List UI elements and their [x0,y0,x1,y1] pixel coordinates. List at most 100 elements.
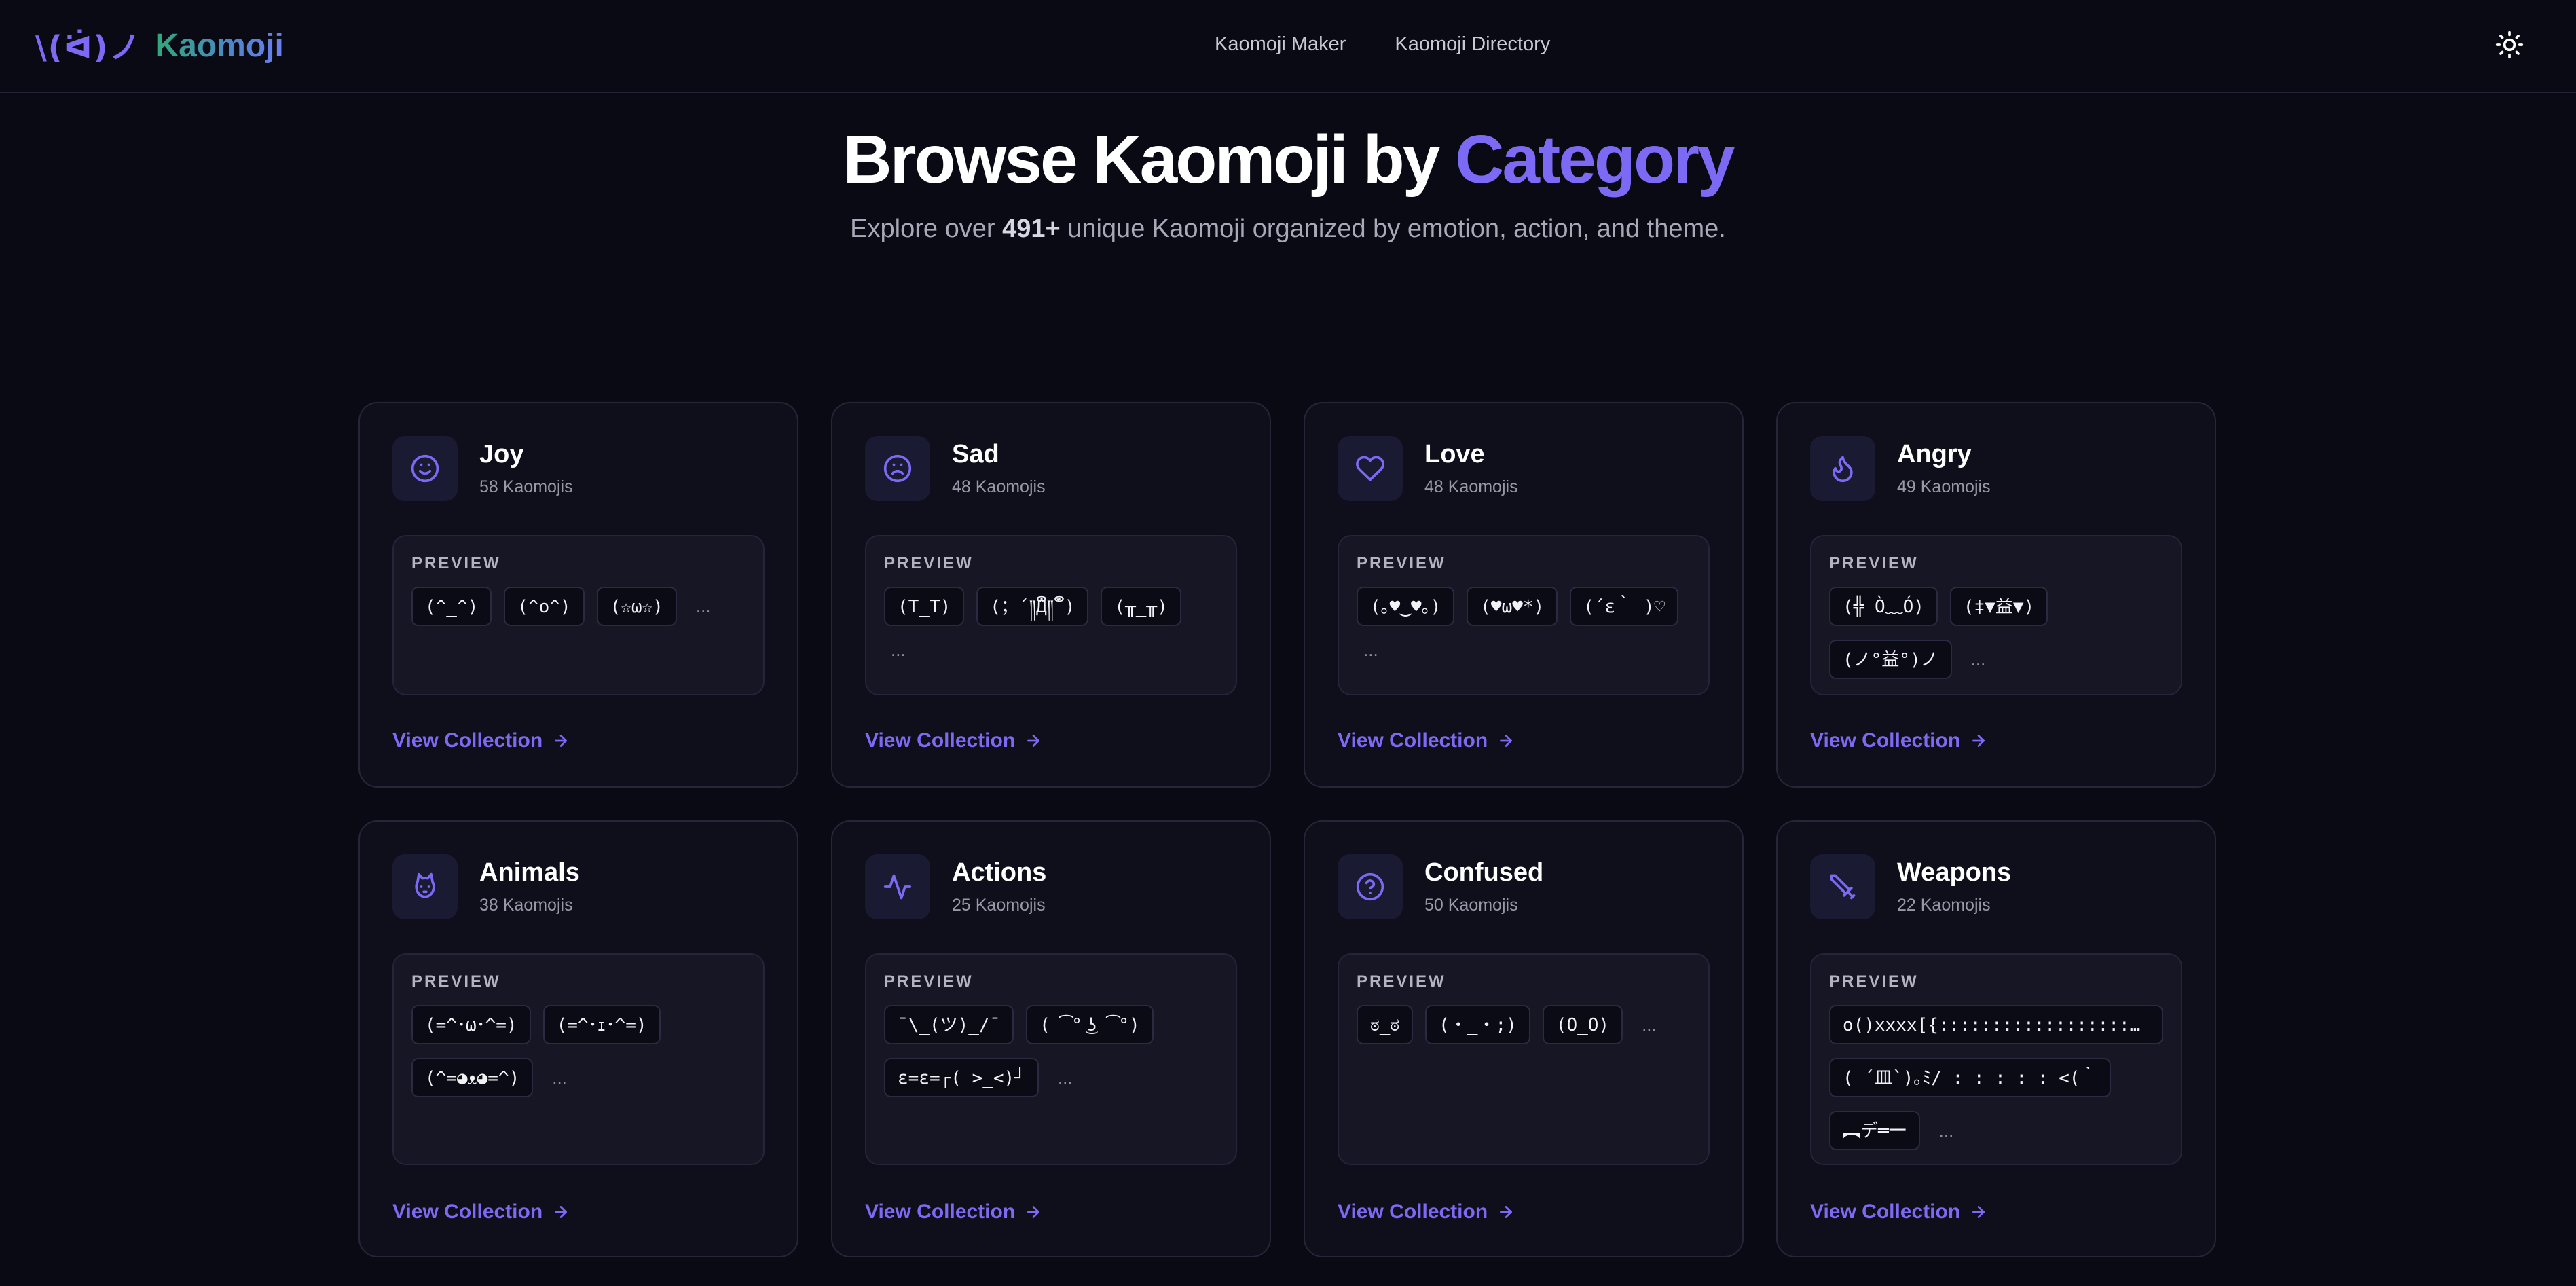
kaomoji-chip[interactable]: ︻デ═一 [1829,1111,1920,1150]
kaomoji-chip[interactable]: ε=ε=┌( >_<)┘ [884,1058,1039,1097]
category-name: Joy [479,440,524,469]
view-collection-label: View Collection [392,729,543,752]
category-count: 49 Kaomojis [1897,477,1991,496]
theme-toggle-button[interactable] [2490,26,2528,64]
kaomoji-chip[interactable]: ( ´皿`)｡ﾐ/ : : : : : <(｀ [1829,1058,2112,1097]
category-count: 25 Kaomojis [952,896,1046,915]
arrow-right-icon [1027,735,1040,747]
arrow-right-icon [555,1206,568,1218]
more-indicator: ... [1642,1014,1657,1035]
kaomoji-chip[interactable]: (｡♥‿♥｡) [1357,587,1455,626]
kaomoji-chip[interactable]: ( ͡° ͜ʖ ͡°) [1026,1005,1154,1044]
subtitle-pre: Explore over [850,215,1003,243]
view-collection-label: View Collection [1810,729,1961,752]
more-indicator: ... [1363,640,1378,660]
kaomoji-chip[interactable]: (ノ°益°)ノ [1829,640,1952,679]
flame-icon [1810,436,1875,501]
view-collection-label: View Collection [1810,1200,1961,1223]
preview-label: PREVIEW [1829,554,1919,572]
sun-icon [2495,31,2524,59]
more-indicator: ... [695,595,711,617]
kaomoji-chip[interactable]: (O_O) [1542,1005,1623,1044]
category-card-confused[interactable]: Confused 50 Kaomojis PREVIEW ಠ_ಠ (・_・;) … [1304,820,1744,1257]
kaomoji-chip[interactable]: (♥ω♥*) [1467,587,1558,626]
kaomoji-chip[interactable]: (^_^) [411,587,492,626]
kaomoji-chip[interactable]: (☆ω☆) [596,587,677,626]
smile-icon [392,436,458,501]
sword-icon [1810,854,1875,919]
category-name: Actions [952,858,1047,887]
heart-icon [1338,436,1403,501]
preview-box: PREVIEW (T_T) (；´༎ຶД༎ຶ`) (╥_╥) ... [865,535,1237,695]
category-card-weapons[interactable]: Weapons 22 Kaomojis PREVIEW o()xxxx[{:::… [1776,820,2216,1257]
view-collection-link[interactable]: View Collection [392,1200,570,1224]
arrow-right-icon [1500,735,1513,747]
nav-kaomoji-maker[interactable]: Kaomoji Maker [1215,33,1346,56]
arrow-right-icon [1027,1206,1040,1218]
preview-box: PREVIEW ¯\_(ツ)_/¯ ( ͡° ͜ʖ ͡°) ε=ε=┌( >_<… [865,953,1237,1165]
kaomoji-chip[interactable]: (╥_╥) [1101,587,1181,626]
category-count: 48 Kaomojis [952,477,1046,496]
more-indicator: ... [552,1067,567,1088]
preview-box: PREVIEW (╬ Ò﹏Ó) (‡▼益▼) (ノ°益°)ノ ... [1810,535,2182,695]
category-count: 50 Kaomojis [1424,896,1518,915]
category-count: 38 Kaomojis [479,896,573,915]
site-header: \(ᐛ)ノ Kaomoji Kaomoji Maker Kaomoji Dire… [0,0,2576,93]
view-collection-label: View Collection [865,729,1016,752]
category-card-angry[interactable]: Angry 49 Kaomojis PREVIEW (╬ Ò﹏Ó) (‡▼益▼)… [1776,402,2216,788]
more-indicator: ... [891,640,906,660]
view-collection-link[interactable]: View Collection [1810,1200,1987,1224]
activity-icon [865,854,930,919]
view-collection-link[interactable]: View Collection [1338,1200,1515,1224]
preview-label: PREVIEW [1357,972,1446,991]
category-count: 48 Kaomojis [1424,477,1518,496]
preview-label: PREVIEW [411,554,501,572]
title-main: Browse Kaomoji by [843,122,1456,198]
logo-text: Kaomoji [155,27,284,64]
cat-icon [392,854,458,919]
view-collection-link[interactable]: View Collection [392,729,570,752]
page-title: Browse Kaomoji by Category [0,121,2576,199]
preview-box: PREVIEW (=^･ω･^=) (=^･ｪ･^=) (^=◕ᴥ◕=^) ..… [392,953,765,1165]
category-count: 22 Kaomojis [1897,896,1991,915]
kaomoji-chip[interactable]: o()xxxx[{:::::::::::::::::::::::::::::::… [1829,1005,2163,1044]
subtitle-post: unique Kaomoji organized by emotion, act… [1060,215,1726,243]
view-collection-label: View Collection [392,1200,543,1223]
help-circle-icon [1338,854,1403,919]
category-name: Weapons [1897,858,2012,887]
category-card-joy[interactable]: Joy 58 Kaomojis PREVIEW (^_^) (^o^) (☆ω☆… [358,402,798,788]
kaomoji-chip[interactable]: (T_T) [884,587,965,626]
kaomoji-chip[interactable]: (^o^) [504,587,585,626]
kaomoji-chip[interactable]: ಠ_ಠ [1357,1005,1414,1044]
preview-label: PREVIEW [1829,972,1919,991]
view-collection-label: View Collection [1338,1200,1488,1223]
category-card-animals[interactable]: Animals 38 Kaomojis PREVIEW (=^･ω･^=) (=… [358,820,798,1257]
category-card-sad[interactable]: Sad 48 Kaomojis PREVIEW (T_T) (；´༎ຶД༎ຶ`)… [831,402,1271,788]
category-card-love[interactable]: Love 48 Kaomojis PREVIEW (｡♥‿♥｡) (♥ω♥*) … [1304,402,1744,788]
kaomoji-chip[interactable]: (=^･ω･^=) [411,1005,531,1044]
kaomoji-chip[interactable]: (╬ Ò﹏Ó) [1829,587,1938,626]
view-collection-link[interactable]: View Collection [1338,729,1515,752]
nav-kaomoji-directory[interactable]: Kaomoji Directory [1395,33,1550,56]
title-accent: Category [1455,122,1735,198]
kaomoji-chip[interactable]: (‡▼益▼) [1949,587,2048,626]
category-name: Animals [479,858,580,887]
view-collection-link[interactable]: View Collection [865,1200,1042,1224]
logo-mark: \(ᐛ)ノ [35,29,142,66]
kaomoji-chip[interactable]: (・_・;) [1425,1005,1530,1044]
site-logo[interactable]: \(ᐛ)ノ Kaomoji [35,22,284,69]
kaomoji-chip[interactable]: (´ε｀ )♡ [1570,587,1679,626]
kaomoji-chip[interactable]: (；´༎ຶД༎ຶ`) [976,587,1089,626]
view-collection-link[interactable]: View Collection [865,729,1042,752]
category-card-actions[interactable]: Actions 25 Kaomojis PREVIEW ¯\_(ツ)_/¯ ( … [831,820,1271,1257]
kaomoji-total-count: 491+ [1002,215,1061,243]
kaomoji-chip[interactable]: ¯\_(ツ)_/¯ [884,1005,1014,1044]
preview-label: PREVIEW [884,972,974,991]
preview-box: PREVIEW (^_^) (^o^) (☆ω☆) ... [392,535,765,695]
kaomoji-chip[interactable]: (=^･ｪ･^=) [542,1005,661,1044]
frown-icon [865,436,930,501]
view-collection-link[interactable]: View Collection [1810,729,1987,752]
kaomoji-chip[interactable]: (^=◕ᴥ◕=^) [411,1058,534,1097]
preview-label: PREVIEW [884,554,974,572]
category-name: Sad [952,440,999,469]
